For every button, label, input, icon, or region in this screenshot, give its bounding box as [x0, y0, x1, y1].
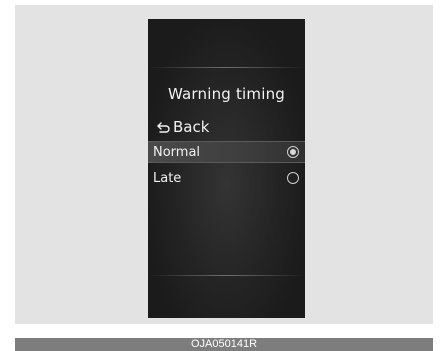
option-normal-label: Normal — [153, 144, 201, 160]
back-arrow-icon — [157, 121, 170, 133]
radio-unselected-icon[interactable] — [287, 172, 299, 184]
top-divider — [148, 67, 305, 68]
figure-code: OJA050141R — [190, 338, 258, 350]
back-label: Back — [173, 118, 210, 136]
back-button[interactable]: Back — [157, 117, 209, 137]
radio-selected-icon[interactable] — [287, 146, 299, 158]
option-normal[interactable]: Normal — [148, 141, 305, 163]
bottom-divider — [148, 275, 305, 276]
option-late[interactable]: Late — [148, 167, 305, 189]
caption-bar: OJA050141R — [15, 338, 433, 351]
menu-title: Warning timing — [167, 85, 286, 103]
option-late-label: Late — [153, 170, 182, 186]
cluster-display: Warning timing Back Normal Late — [148, 19, 305, 318]
